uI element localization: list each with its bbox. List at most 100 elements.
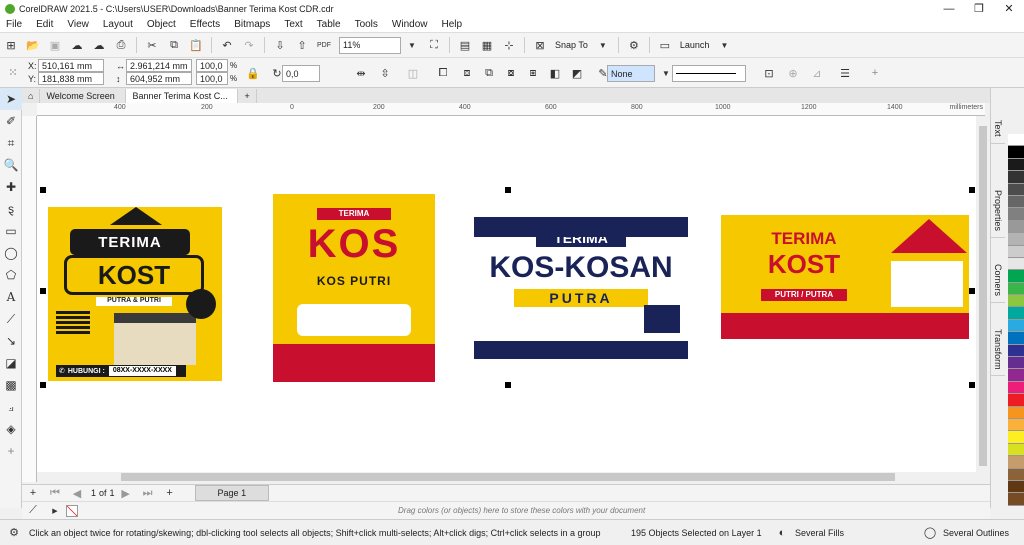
- color-swatch[interactable]: [1008, 357, 1024, 370]
- snap-dropdown-arrow-icon[interactable]: ▼: [595, 37, 611, 53]
- last-page-icon[interactable]: ⏭: [140, 485, 156, 501]
- color-swatch[interactable]: [1008, 369, 1024, 382]
- open-folder-icon[interactable]: 📂: [25, 37, 41, 53]
- quick-customize-icon[interactable]: ⊿: [809, 65, 825, 81]
- parallel-dimension-icon[interactable]: ⟋: [0, 308, 22, 330]
- maximize-button[interactable]: ❐: [964, 0, 994, 17]
- reference-point-icon[interactable]: ⁙: [5, 64, 21, 80]
- color-swatch[interactable]: [1008, 220, 1024, 234]
- mirror-horizontal-icon[interactable]: ⇹: [353, 65, 369, 81]
- line-style-picker[interactable]: [672, 65, 746, 82]
- lock-ratio-icon[interactable]: 🔒: [245, 65, 261, 81]
- new-tab-button[interactable]: +: [238, 89, 257, 103]
- vertical-scroll-thumb[interactable]: [979, 126, 987, 466]
- color-swatch[interactable]: [1008, 480, 1024, 494]
- zoom-tool-icon[interactable]: 🔍: [0, 154, 22, 176]
- show-rulers-icon[interactable]: ▤: [457, 37, 473, 53]
- docker-properties-tab[interactable]: Properties: [991, 184, 1005, 238]
- color-eyedropper-icon[interactable]: ⟋: [25, 503, 41, 519]
- menu-layout[interactable]: Layout: [97, 19, 141, 30]
- convert-curves-icon[interactable]: ⊕: [785, 65, 801, 81]
- save-icon[interactable]: ▣: [47, 37, 63, 53]
- zoom-dropdown-icon[interactable]: ▼: [404, 37, 420, 53]
- align-distribute-icon[interactable]: ☰: [837, 65, 853, 81]
- interactive-fill-icon[interactable]: ◈: [0, 418, 22, 440]
- palette-menu-icon[interactable]: ▶: [47, 503, 63, 519]
- drop-shadow-icon[interactable]: ◪: [0, 352, 22, 374]
- launch-dropdown-arrow-icon[interactable]: ▼: [716, 37, 732, 53]
- color-swatch[interactable]: [1008, 456, 1024, 469]
- vertical-scrollbar[interactable]: [976, 116, 990, 482]
- add-tool-icon[interactable]: +: [0, 440, 22, 462]
- menu-object[interactable]: Object: [141, 19, 184, 30]
- color-swatch[interactable]: [1008, 406, 1024, 419]
- height-field[interactable]: 604,952 mm: [126, 72, 192, 85]
- vertical-ruler[interactable]: [22, 116, 37, 482]
- break-apart-icon[interactable]: ⧈: [459, 65, 475, 81]
- menu-table[interactable]: Table: [311, 19, 349, 30]
- color-swatch[interactable]: [1008, 208, 1024, 221]
- color-swatch[interactable]: [1008, 171, 1024, 184]
- selection-handle[interactable]: [969, 288, 975, 294]
- color-swatch[interactable]: [1008, 443, 1024, 457]
- new-document-icon[interactable]: ⊞: [3, 37, 19, 53]
- banner-terima-kost-1[interactable]: TERIMA KOST PUTRA & PUTRI ✆ HUBUNGI : 08…: [48, 207, 222, 381]
- group-icon[interactable]: ⧉: [481, 65, 497, 81]
- ungroup-all-icon[interactable]: ⧆: [525, 65, 541, 81]
- horizontal-ruler[interactable]: 400 200 0 200 400 600 800 1000 1200 1400…: [37, 103, 985, 116]
- launch-icon[interactable]: ▭: [657, 37, 673, 53]
- selection-handle[interactable]: [505, 382, 511, 388]
- menu-tools[interactable]: Tools: [349, 19, 386, 30]
- banner-terima-kost-4[interactable]: TERIMA KOST PUTRI / PUTRA: [721, 215, 969, 339]
- pick-tool-icon[interactable]: ➤: [0, 88, 22, 110]
- color-swatch[interactable]: [1008, 468, 1024, 481]
- selection-handle[interactable]: [40, 187, 46, 193]
- text-tool-icon[interactable]: A: [0, 286, 22, 308]
- color-swatch[interactable]: [1008, 332, 1024, 345]
- color-swatch[interactable]: [1008, 134, 1024, 147]
- polygon-tool-icon[interactable]: ⬠: [0, 264, 22, 286]
- docker-transform-tab[interactable]: Transform: [991, 323, 1005, 377]
- menu-view[interactable]: View: [61, 19, 97, 30]
- color-swatch[interactable]: [1008, 158, 1024, 172]
- close-button[interactable]: ✕: [994, 0, 1024, 17]
- intersect-icon[interactable]: ◧: [547, 65, 563, 81]
- next-page-icon[interactable]: ▶: [118, 485, 134, 501]
- paste-icon[interactable]: 📋: [188, 37, 204, 53]
- settings-gear-icon[interactable]: ⚙: [6, 525, 22, 541]
- color-swatch[interactable]: [1008, 195, 1024, 209]
- selection-handle[interactable]: [969, 382, 975, 388]
- x-position-field[interactable]: 510,161 mm: [38, 59, 104, 72]
- width-field[interactable]: 2.961,214 mm: [126, 59, 192, 72]
- menu-edit[interactable]: Edit: [30, 19, 61, 30]
- first-page-icon[interactable]: ⏮: [47, 485, 63, 501]
- artistic-media-icon[interactable]: ȿ: [0, 198, 22, 220]
- horizontal-scroll-thumb[interactable]: [121, 473, 895, 481]
- transparency-tool-icon[interactable]: ▩: [0, 374, 22, 396]
- crop-tool-icon[interactable]: ⌗: [0, 132, 22, 154]
- mirror-vertical-icon[interactable]: ⇳: [377, 65, 393, 81]
- undo-icon[interactable]: ↶: [219, 37, 235, 53]
- rotation-angle-field[interactable]: 0,0: [282, 65, 320, 82]
- export-icon[interactable]: ⇧: [294, 37, 310, 53]
- color-swatch[interactable]: [1008, 493, 1024, 506]
- show-grid-icon[interactable]: ▦: [479, 37, 495, 53]
- cut-icon[interactable]: ✂: [144, 37, 160, 53]
- color-swatch[interactable]: [1008, 381, 1024, 395]
- menu-text[interactable]: Text: [278, 19, 310, 30]
- rectangle-tool-icon[interactable]: ▭: [0, 220, 22, 242]
- color-swatch[interactable]: [1008, 319, 1024, 333]
- menu-bitmaps[interactable]: Bitmaps: [228, 19, 278, 30]
- selection-handle[interactable]: [40, 382, 46, 388]
- color-swatch[interactable]: [1008, 257, 1024, 271]
- banner-terima-kos-kosan-3[interactable]: TERIMA KOS-KOSAN PUTRA: [474, 217, 688, 359]
- outline-width-field[interactable]: None: [607, 65, 655, 82]
- color-swatch[interactable]: [1008, 146, 1024, 159]
- menu-file[interactable]: File: [0, 19, 30, 30]
- menu-window[interactable]: Window: [386, 19, 436, 30]
- color-swatch[interactable]: [1008, 245, 1024, 258]
- snap-to-dropdown[interactable]: Snap To: [555, 40, 588, 50]
- trim-icon[interactable]: ◩: [569, 65, 585, 81]
- color-swatch[interactable]: [1008, 431, 1024, 444]
- menu-effects[interactable]: Effects: [184, 19, 228, 30]
